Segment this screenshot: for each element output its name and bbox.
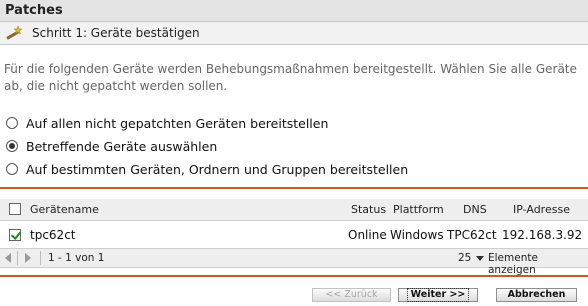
chevron-down-icon[interactable]	[476, 256, 484, 261]
next-button-label: Weiter >>	[406, 288, 470, 302]
column-header-device-name[interactable]: Gerätename	[30, 203, 99, 216]
footer-divider	[0, 275, 588, 277]
radio-deploy-all-unpatched[interactable]	[6, 117, 18, 129]
pager-range: 1 - 1 von 1	[48, 252, 105, 264]
next-button[interactable]: Weiter >>	[398, 288, 478, 302]
table-pager: 1 - 1 von 1 25 Elemente anzeigen	[0, 248, 588, 276]
column-header-platform[interactable]: Plattform	[393, 203, 444, 216]
step-header: Schritt 1: Geräte bestätigen	[0, 22, 588, 45]
radio-select-devices[interactable]	[6, 140, 18, 152]
pager-divider	[40, 251, 41, 265]
page-size-select[interactable]: 25	[458, 252, 471, 264]
back-button-label: << Zurück	[325, 289, 378, 300]
option-deploy-all-unpatched[interactable]: Auf allen nicht gepatchten Geräten berei…	[6, 114, 328, 132]
column-header-ip-address[interactable]: IP-Adresse	[513, 203, 570, 216]
device-table-header: Gerätename Status Plattform DNS IP-Adres…	[0, 199, 588, 221]
instruction-text: Für die folgenden Geräte werden Behebung…	[4, 62, 577, 93]
cell-platform: Windows	[390, 228, 444, 242]
panel-title-bar: Patches	[0, 0, 588, 22]
column-header-dns[interactable]: DNS	[463, 203, 487, 216]
table-row: tpc62ct Online Windows TPC62ct 192.168.3…	[0, 224, 588, 246]
page-size-label: Elemente anzeigen	[488, 252, 538, 276]
cell-dns: TPC62ct	[447, 228, 497, 242]
previous-page-icon[interactable]	[5, 253, 11, 263]
next-page-icon[interactable]	[25, 253, 31, 263]
radio-deploy-specific[interactable]	[6, 163, 18, 175]
step-title: Schritt 1: Geräte bestätigen	[32, 26, 200, 40]
column-header-status[interactable]: Status	[351, 203, 386, 216]
cancel-button[interactable]: Abbrechen	[496, 288, 577, 302]
cell-ip-address: 192.168.3.92	[502, 228, 583, 242]
cell-device-name: tpc62ct	[30, 228, 76, 242]
cancel-button-label: Abbrechen	[507, 289, 566, 300]
select-all-checkbox[interactable]	[9, 203, 21, 215]
option-label: Betreffende Geräte auswählen	[26, 138, 218, 154]
cell-status: Online	[348, 228, 387, 242]
panel-title: Patches	[5, 3, 63, 18]
section-divider	[0, 187, 588, 189]
row-checkbox[interactable]	[9, 229, 21, 241]
back-button[interactable]: << Zurück	[312, 288, 391, 302]
option-select-devices[interactable]: Betreffende Geräte auswählen	[6, 137, 217, 155]
pager-divider	[17, 251, 18, 265]
wizard-wand-icon	[6, 25, 23, 40]
option-label: Auf allen nicht gepatchten Geräten berei…	[26, 115, 329, 131]
option-label: Auf bestimmten Geräten, Ordnern und Grup…	[26, 161, 409, 177]
option-deploy-specific[interactable]: Auf bestimmten Geräten, Ordnern und Grup…	[6, 160, 408, 178]
